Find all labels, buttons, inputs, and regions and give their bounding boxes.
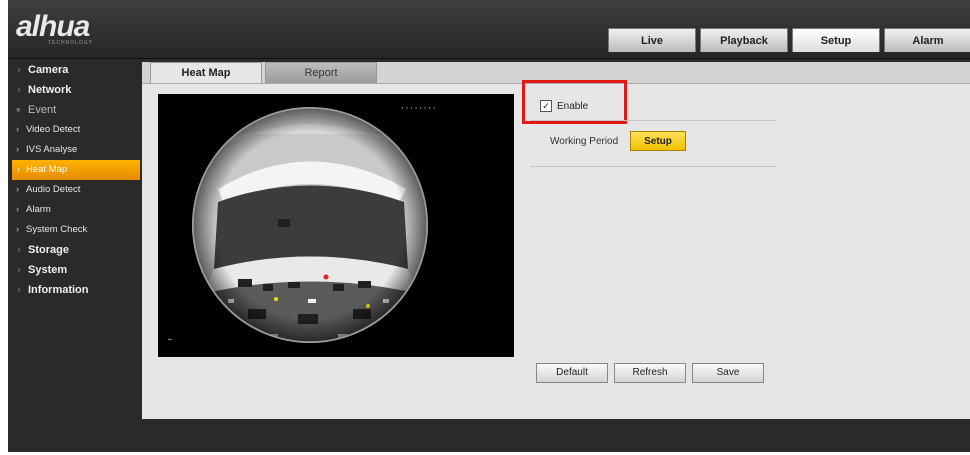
divider-bottom xyxy=(530,166,776,167)
fisheye-scene-image xyxy=(192,107,428,343)
sidebar: Camera Network Event Video Detect IVS An… xyxy=(8,60,142,440)
sidebar-item-system[interactable]: System xyxy=(8,260,142,280)
content-tabs: Heat Map Report xyxy=(150,62,377,83)
settings-panel: ▪ ▪ ▪ ▪ ▪ ▪ ▪ ▪ ▪▪ ✓ Enable Working Peri… xyxy=(142,80,970,419)
sidebar-item-event[interactable]: Event xyxy=(8,100,142,120)
content-area: Heat Map Report ▪ ▪ ▪ ▪ ▪ ▪ ▪ ▪ ▪▪ ✓ Ena… xyxy=(142,62,970,419)
refresh-button[interactable]: Refresh xyxy=(614,363,686,383)
brand-tagline: TECHNOLOGY xyxy=(48,40,94,46)
sidebar-item-storage[interactable]: Storage xyxy=(8,240,142,260)
sidebar-item-information[interactable]: Information xyxy=(8,280,142,300)
tab-playback[interactable]: Playback xyxy=(700,28,788,52)
sidebar-item-camera[interactable]: Camera xyxy=(8,60,142,80)
working-period-label: Working Period xyxy=(550,136,619,147)
sidebar-item-system-check[interactable]: System Check xyxy=(8,220,142,240)
working-period-setup-button[interactable]: Setup xyxy=(630,131,686,151)
divider-top xyxy=(530,120,776,121)
enable-checkbox[interactable]: ✓ xyxy=(540,100,552,112)
brand-logo: alhua xyxy=(16,10,90,43)
save-button[interactable]: Save xyxy=(692,363,764,383)
sidebar-item-ivs-analyse[interactable]: IVS Analyse xyxy=(8,140,142,160)
sidebar-item-video-detect[interactable]: Video Detect xyxy=(8,120,142,140)
tab-live[interactable]: Live xyxy=(608,28,696,52)
top-bar: alhua TECHNOLOGY Live Playback Setup Ala… xyxy=(8,0,970,59)
app-window: alhua TECHNOLOGY Live Playback Setup Ala… xyxy=(8,0,970,452)
sidebar-item-network[interactable]: Network xyxy=(8,80,142,100)
video-channel-mark: ▪▪ xyxy=(168,337,172,343)
tab-heat-map[interactable]: Heat Map xyxy=(150,62,262,83)
enable-label: Enable xyxy=(557,100,589,112)
fisheye-video-preview: ▪ ▪ ▪ ▪ ▪ ▪ ▪ ▪ ▪▪ xyxy=(158,94,514,357)
tab-alarm[interactable]: Alarm xyxy=(884,28,970,52)
main-tabs: Live Playback Setup Alarm xyxy=(608,28,970,52)
enable-row: ✓ Enable xyxy=(530,94,588,118)
tab-report[interactable]: Report xyxy=(265,62,377,83)
video-osd-overlay: ▪ ▪ ▪ ▪ ▪ ▪ ▪ ▪ xyxy=(401,105,436,110)
default-button[interactable]: Default xyxy=(536,363,608,383)
tab-setup[interactable]: Setup xyxy=(792,28,880,52)
sidebar-item-heat-map[interactable]: Heat Map xyxy=(12,160,140,180)
sidebar-item-audio-detect[interactable]: Audio Detect xyxy=(8,180,142,200)
sidebar-item-alarm[interactable]: Alarm xyxy=(8,200,142,220)
